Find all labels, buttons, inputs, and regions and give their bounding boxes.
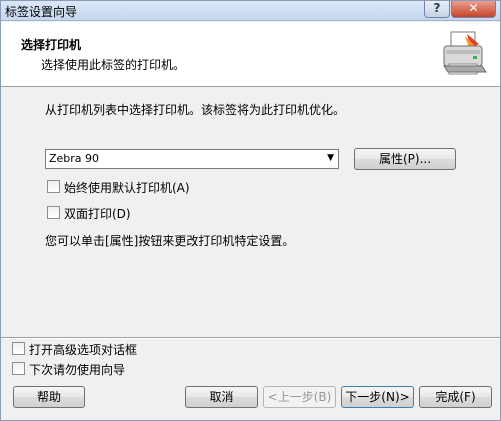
help-title-button[interactable]: ? [424,1,450,18]
default-printer-label: 始终使用默认打印机(A) [64,181,190,195]
advanced-options-label: 打开高级选项对话框 [29,343,138,357]
back-button[interactable]: <上一步(B) [263,386,336,408]
no-wizard-label: 下次请勿使用向导 [29,363,126,377]
hint-text: 您可以单击[属性]按钮来更改打印机特定设置。 [45,234,295,248]
advanced-options-checkbox[interactable] [12,342,25,355]
no-wizard-checkbox[interactable] [12,362,25,375]
page-subtitle: 选择使用此标签的打印机。 [41,58,186,72]
chevron-down-icon[interactable]: ▼ [327,153,334,163]
cancel-button[interactable]: 取消 [185,386,258,408]
wizard-window: 标签设置向导 ? ✕ 选择打印机 选择使用此标签的打印机。 从打印机列表中选择打… [0,0,501,421]
window-title: 标签设置向导 [5,5,78,19]
printer-icon [443,31,487,75]
title-bar: 标签设置向导 ? ✕ [1,1,500,21]
page-title: 选择打印机 [21,38,82,52]
close-button[interactable]: ✕ [451,1,496,18]
help-button[interactable]: 帮助 [13,386,85,408]
instruction-text: 从打印机列表中选择打印机。该标签将为此打印机优化。 [45,103,346,117]
properties-button[interactable]: 属性(P)... [354,148,456,170]
default-printer-checkbox[interactable] [47,180,60,193]
duplex-checkbox[interactable] [47,206,60,219]
finish-button[interactable]: 完成(F) [419,386,492,408]
duplex-label: 双面打印(D) [64,207,131,221]
printer-select-value: Zebra 90 [49,152,100,165]
printer-select[interactable]: Zebra 90 ▼ [45,149,339,169]
next-button[interactable]: 下一步(N)> [341,386,414,408]
wizard-header: 选择打印机 选择使用此标签的打印机。 [1,22,500,87]
divider [1,337,500,339]
